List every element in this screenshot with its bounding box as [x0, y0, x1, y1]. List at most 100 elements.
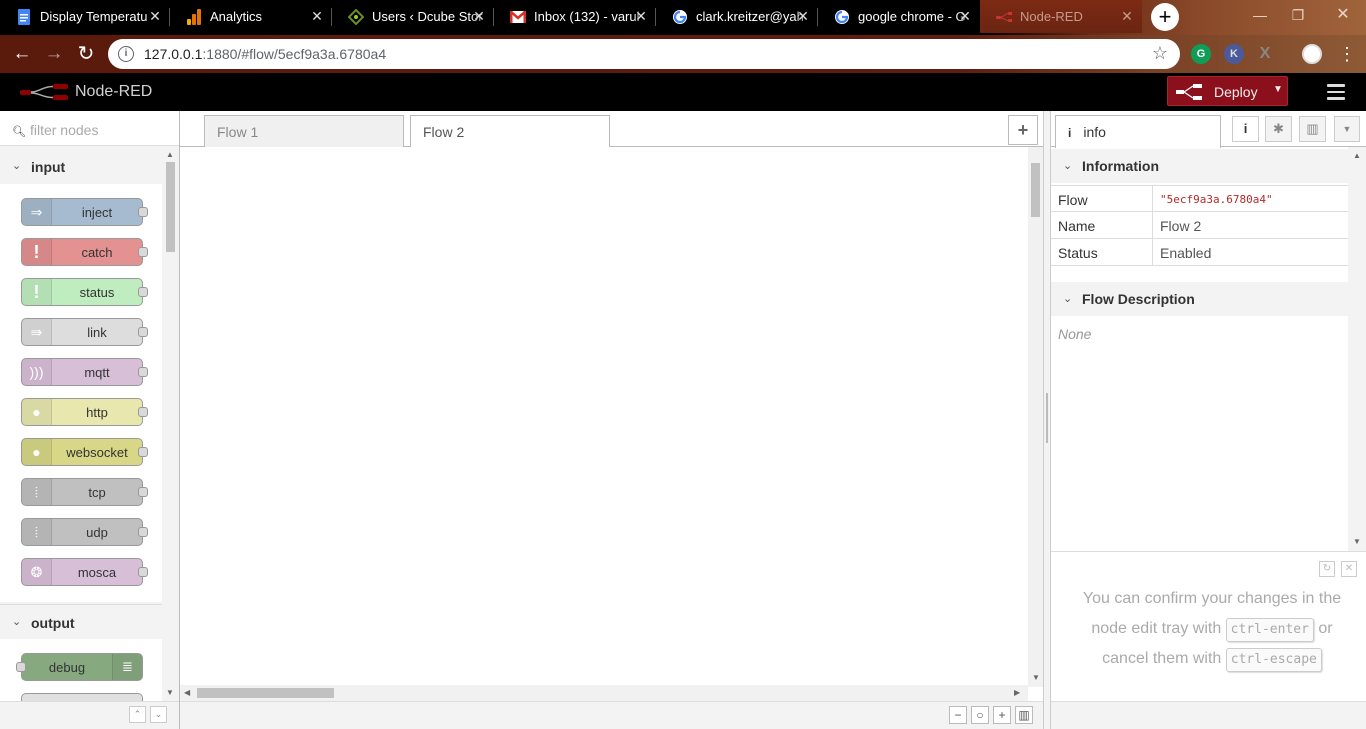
forward-icon[interactable]: →	[41, 41, 67, 67]
k-extension-icon[interactable]: K	[1224, 44, 1244, 64]
node-palette: 🔍︎ filter nodes ⌄ input ⇒ inject ! catch …	[0, 111, 180, 729]
scroll-left-icon[interactable]: ◀	[184, 688, 190, 697]
nodered-logo-icon	[20, 84, 68, 100]
section-title: Information	[1082, 158, 1159, 174]
property-key: Status	[1058, 245, 1098, 261]
workspace-horizontal-scrollbar[interactable]: ◀ ▶	[180, 685, 1028, 701]
close-tab-icon[interactable]: ✕	[1120, 9, 1134, 23]
shortcut-ctrl-escape: ctrl-escape	[1225, 648, 1322, 672]
zoom-in-icon[interactable]: +	[993, 706, 1011, 724]
palette-node-catch[interactable]: ! catch	[21, 238, 148, 266]
workspace-vertical-scrollbar[interactable]: ▼	[1028, 147, 1043, 687]
dashboard-chart-icon[interactable]: ▥	[1299, 116, 1326, 142]
restore-icon[interactable]: ❐	[1288, 5, 1308, 25]
refresh-tip-icon[interactable]: ↻	[1319, 561, 1335, 577]
scroll-right-icon[interactable]: ▶	[1014, 688, 1020, 697]
more-tabs-caret-icon[interactable]: ▼	[1334, 116, 1360, 142]
new-tab-button[interactable]: +	[1151, 3, 1179, 31]
output-port	[138, 247, 148, 257]
close-tab-icon[interactable]: ✕	[472, 9, 486, 23]
palette-node-debug[interactable]: debug ≣	[16, 653, 143, 681]
caret-down-icon[interactable]: ▼	[1273, 84, 1283, 95]
palette-node-status[interactable]: ! status	[21, 278, 148, 306]
close-tab-icon[interactable]: ✕	[634, 9, 648, 23]
browser-tab-docs[interactable]: Display Temperatu ✕	[0, 0, 170, 33]
address-bar[interactable]: i 127.0.0.1:1880/#flow/5ecf9a3a.6780a4 ☆	[108, 39, 1180, 69]
palette-scrollbar[interactable]: ▲ ▼	[162, 146, 179, 709]
search-icon: 🔍︎	[12, 126, 26, 138]
palette-node-udp[interactable]: ⦙ udp	[21, 518, 148, 546]
scroll-down-icon[interactable]: ▼	[1353, 537, 1361, 546]
scroll-down-icon[interactable]: ▼	[166, 688, 174, 697]
deploy-button[interactable]: Deploy ▼	[1167, 76, 1288, 106]
scrollbar-thumb[interactable]	[1031, 163, 1040, 217]
info-tab-button[interactable]: i	[1232, 116, 1259, 142]
close-tab-icon[interactable]: ✕	[796, 9, 810, 23]
property-row-status: Status Enabled	[1051, 239, 1348, 266]
close-window-icon[interactable]: ✕	[1333, 5, 1353, 25]
flow-canvas[interactable]	[180, 147, 1028, 687]
minimize-icon[interactable]: —	[1250, 5, 1270, 25]
sidebar-scrollbar[interactable]: ▲ ▼	[1348, 147, 1366, 551]
palette-node-mosca[interactable]: ❂ mosca	[21, 558, 148, 586]
palette-node-websocket[interactable]: ● websocket	[21, 438, 148, 466]
collapse-all-icon[interactable]: ⌃	[129, 706, 146, 723]
section-title: Flow Description	[1082, 291, 1195, 307]
palette-node-http[interactable]: ● http	[21, 398, 148, 426]
scrollbar-thumb[interactable]	[166, 162, 175, 252]
browser-tab-yahoo[interactable]: clark.kreitzer@yah ✕	[656, 0, 818, 33]
tab-flow-2[interactable]: Flow 2	[410, 115, 610, 148]
palette-node-label: catch	[81, 245, 113, 260]
tab-info[interactable]: i info	[1055, 115, 1221, 148]
zoom-out-icon[interactable]: −	[949, 706, 967, 724]
splitter-grip[interactable]	[1046, 393, 1048, 443]
reload-icon[interactable]: ↻	[73, 41, 99, 67]
output-port	[138, 447, 148, 457]
close-tab-icon[interactable]: ✕	[958, 9, 972, 23]
grammarly-extension-icon[interactable]: G	[1191, 44, 1211, 64]
browser-tab-analytics[interactable]: Analytics ✕	[170, 0, 332, 33]
palette-node-partial[interactable]	[21, 693, 143, 701]
palette-node-mqtt[interactable]: ))) mqtt	[21, 358, 148, 386]
chrome-menu-icon[interactable]: ⋮	[1334, 41, 1360, 67]
palette-category-output[interactable]: ⌄ output	[0, 604, 162, 639]
filter-nodes-input[interactable]: 🔍︎ filter nodes	[0, 111, 179, 146]
sidebar-splitter[interactable]	[1043, 111, 1051, 729]
chevron-down-icon: ⌄	[12, 616, 22, 628]
palette-category-input[interactable]: ⌄ input	[0, 149, 162, 184]
zoom-reset-icon[interactable]: ○	[971, 706, 989, 724]
browser-tab-gmail[interactable]: Inbox (132) - varul ✕	[494, 0, 656, 33]
expand-all-icon[interactable]: ⌄	[150, 706, 167, 723]
close-tab-icon[interactable]: ✕	[148, 9, 162, 23]
output-port	[138, 567, 148, 577]
palette-node-tcp[interactable]: ⦙ tcp	[21, 478, 148, 506]
back-icon[interactable]: ←	[9, 41, 35, 67]
output-port	[138, 527, 148, 537]
sidebar-footer	[1051, 701, 1366, 729]
palette-node-link[interactable]: ⇛ link	[21, 318, 148, 346]
scroll-down-icon[interactable]: ▼	[1032, 673, 1040, 682]
globe-icon: ●	[22, 399, 52, 425]
debug-bug-icon[interactable]: ✱	[1265, 116, 1292, 142]
scrollbar-thumb[interactable]	[197, 688, 334, 698]
x-extension-icon[interactable]: X	[1255, 44, 1275, 64]
palette-node-inject[interactable]: ⇒ inject	[21, 198, 148, 226]
information-section-header[interactable]: ⌄ Information	[1051, 149, 1348, 183]
close-tip-icon[interactable]: ✕	[1341, 561, 1357, 577]
flow-description-section-header[interactable]: ⌄ Flow Description	[1051, 282, 1348, 316]
scroll-up-icon[interactable]: ▲	[166, 150, 174, 159]
inject-icon: ⇒	[22, 199, 52, 225]
browser-tab-users[interactable]: Users ‹ Dcube Stor ✕	[332, 0, 494, 33]
close-tab-icon[interactable]: ✕	[310, 9, 324, 23]
browser-tab-google[interactable]: google chrome - G ✕	[818, 0, 980, 33]
navigator-map-icon[interactable]: ▥	[1015, 706, 1033, 724]
profile-avatar[interactable]	[1302, 44, 1322, 64]
browser-tab-nodered[interactable]: Node-RED ✕	[980, 0, 1142, 33]
chevron-down-icon: ⌄	[1063, 293, 1073, 305]
main-menu-icon[interactable]	[1327, 84, 1345, 100]
site-info-icon[interactable]: i	[118, 46, 134, 62]
add-flow-button[interactable]: +	[1008, 115, 1038, 145]
scroll-up-icon[interactable]: ▲	[1353, 151, 1361, 160]
tab-flow-1[interactable]: Flow 1	[204, 115, 404, 147]
bookmark-star-icon[interactable]: ☆	[1152, 43, 1168, 64]
